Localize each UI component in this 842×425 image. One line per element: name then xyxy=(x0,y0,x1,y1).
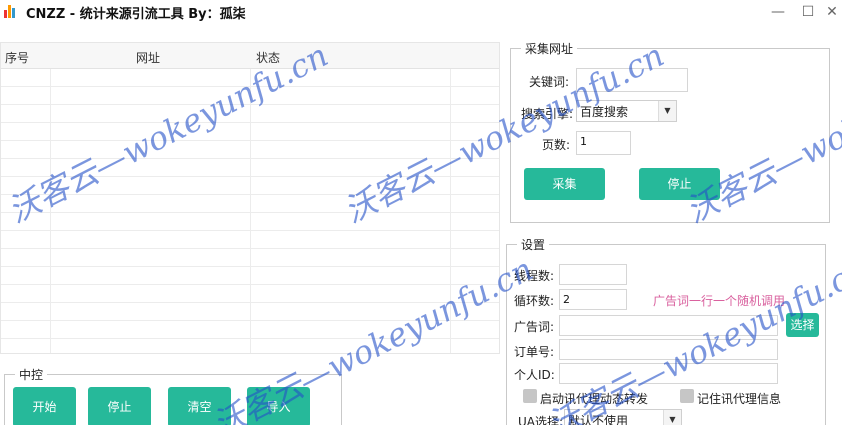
order-input[interactable] xyxy=(559,339,778,360)
collect-button[interactable]: 采集 xyxy=(524,168,605,200)
table-row[interactable] xyxy=(1,267,499,285)
table-row[interactable] xyxy=(1,249,499,267)
ua-label: UA选择: xyxy=(518,415,564,425)
table-row[interactable] xyxy=(1,159,499,177)
window-title: CNZZ - 统计来源引流工具 By：孤柒 xyxy=(26,7,246,22)
ad-label: 广告词: xyxy=(514,320,555,334)
maximize-button[interactable]: ☐ xyxy=(796,2,820,22)
table-row[interactable] xyxy=(1,303,499,321)
table-row[interactable] xyxy=(1,195,499,213)
table-row[interactable] xyxy=(1,123,499,141)
stop-button[interactable]: 停止 xyxy=(88,387,151,425)
remember-checkbox[interactable] xyxy=(680,389,694,403)
keyword-label: 关键词: xyxy=(529,75,570,89)
personal-id-label: 个人ID: xyxy=(514,368,555,382)
select-file-button[interactable]: 选择 xyxy=(786,313,819,337)
engine-select[interactable]: 百度搜索 ▼ xyxy=(576,100,677,122)
table-row[interactable] xyxy=(1,87,499,105)
proxy-checkbox[interactable] xyxy=(523,389,537,403)
table-row[interactable] xyxy=(1,177,499,195)
control-group: 中控 开始 停止 清空 导入 xyxy=(4,366,342,425)
table-row[interactable] xyxy=(1,285,499,303)
table-row[interactable] xyxy=(1,321,499,339)
ad-input[interactable] xyxy=(559,315,778,336)
ua-select[interactable]: 默认不使用 ▼ xyxy=(564,409,682,425)
url-grid[interactable]: 序号 网址 状态 xyxy=(0,42,500,354)
table-row[interactable] xyxy=(1,231,499,249)
engine-select-value: 百度搜索 xyxy=(580,105,629,119)
title-bar: CNZZ - 统计来源引流工具 By：孤柒 — ☐ ✕ xyxy=(0,0,842,24)
chevron-down-icon: ▼ xyxy=(658,101,676,121)
threads-label: 线程数: xyxy=(514,269,555,283)
table-row[interactable] xyxy=(1,105,499,123)
grid-header: 序号 网址 状态 xyxy=(1,43,499,69)
engine-label: 搜索引擎: xyxy=(521,107,574,121)
collect-group: 采集网址 关键词: 搜索引擎: 百度搜索 ▼ 页数: 1 采集 停止 xyxy=(510,40,830,223)
loops-input[interactable]: 2 xyxy=(559,289,627,310)
ad-hint-text: 广告词一行一个随机调用 xyxy=(653,294,786,308)
start-button[interactable]: 开始 xyxy=(13,387,76,425)
close-button[interactable]: ✕ xyxy=(820,2,842,22)
chevron-down-icon: ▼ xyxy=(663,410,681,425)
minimize-button[interactable]: — xyxy=(766,2,790,22)
column-header-index[interactable]: 序号 xyxy=(5,49,29,66)
keyword-input[interactable] xyxy=(576,68,688,92)
personal-id-input[interactable] xyxy=(559,363,778,384)
collect-stop-button[interactable]: 停止 xyxy=(639,168,720,200)
column-header-status[interactable]: 状态 xyxy=(256,49,280,66)
clear-button[interactable]: 清空 xyxy=(168,387,231,425)
import-button[interactable]: 导入 xyxy=(247,387,310,425)
control-group-title: 中控 xyxy=(15,366,48,383)
threads-input[interactable] xyxy=(559,264,627,285)
table-row[interactable] xyxy=(1,69,499,87)
table-row[interactable] xyxy=(1,213,499,231)
pages-label: 页数: xyxy=(542,138,571,152)
settings-group: 设置 线程数: 循环数: 2 广告词一行一个随机调用 广告词: 选择 订单号: … xyxy=(506,236,826,425)
proxy-checkbox-label[interactable]: 启动讯代理动态转发 xyxy=(540,390,648,407)
order-label: 订单号: xyxy=(514,345,555,359)
table-row[interactable] xyxy=(1,141,499,159)
bar-chart-icon xyxy=(4,4,18,18)
pages-input[interactable]: 1 xyxy=(576,131,631,155)
remember-checkbox-label[interactable]: 记住讯代理信息 xyxy=(697,390,781,407)
settings-group-title: 设置 xyxy=(517,236,550,253)
ua-select-value: 默认不使用 xyxy=(568,414,629,425)
loops-label: 循环数: xyxy=(514,294,555,308)
column-header-url[interactable]: 网址 xyxy=(136,49,160,66)
collect-group-title: 采集网址 xyxy=(521,40,578,57)
